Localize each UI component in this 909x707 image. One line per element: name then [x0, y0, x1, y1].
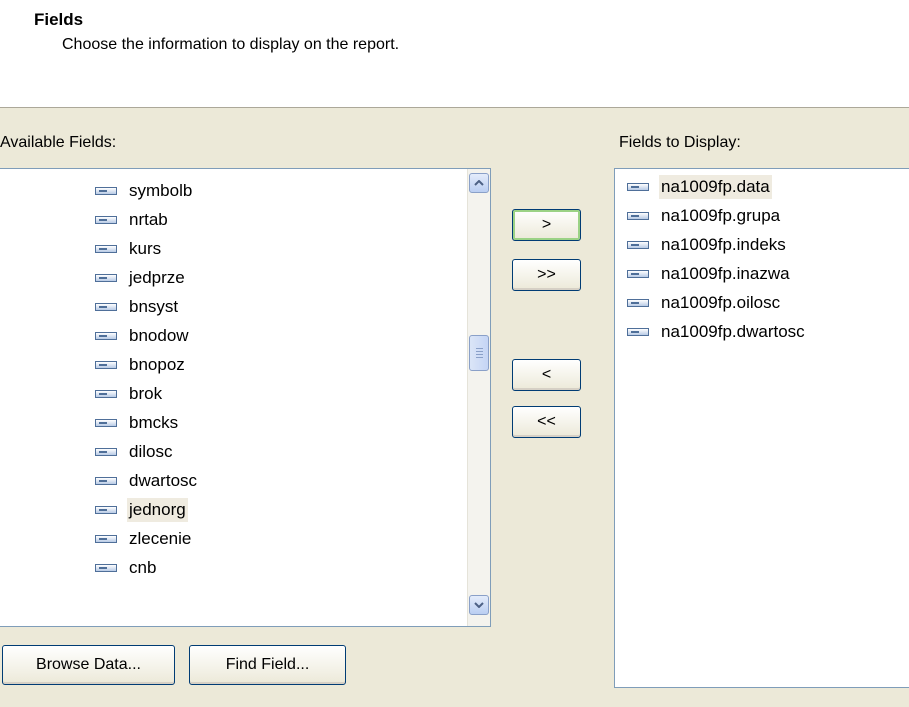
- list-item-label: na1009fp.dwartosc: [661, 322, 805, 341]
- list-item-label: nrtab: [129, 210, 168, 229]
- list-item-label: jedprze: [129, 268, 185, 287]
- fields-to-display-list[interactable]: na1009fp.data na1009fp.grupa na1009fp.in…: [614, 168, 909, 688]
- field-icon: [95, 535, 117, 543]
- field-icon: [95, 361, 117, 369]
- list-item-label: jednorg: [127, 498, 188, 522]
- scroll-up-button[interactable]: [469, 173, 489, 193]
- field-icon: [627, 241, 649, 249]
- field-icon: [627, 212, 649, 220]
- field-icon: [95, 216, 117, 224]
- grip-line: [476, 354, 483, 355]
- vertical-scrollbar[interactable]: [467, 169, 490, 626]
- field-icon: [95, 245, 117, 253]
- grip-line: [476, 351, 483, 352]
- field-icon: [627, 183, 649, 191]
- list-item-label: bnodow: [129, 326, 189, 345]
- remove-field-button[interactable]: <: [512, 359, 581, 391]
- wizard-header: Fields Choose the information to display…: [0, 0, 909, 108]
- available-fields-list[interactable]: symbolb nrtab kurs jedprze bnsyst bnodow…: [0, 168, 491, 627]
- field-icon: [95, 448, 117, 456]
- field-icon: [95, 419, 117, 427]
- field-icon: [627, 299, 649, 307]
- list-item-label: zlecenie: [129, 529, 192, 548]
- list-item-label: dilosc: [129, 442, 173, 461]
- list-item-label: na1009fp.data: [659, 175, 772, 199]
- add-all-fields-button[interactable]: >>: [512, 259, 581, 291]
- page-title: Fields: [34, 10, 84, 29]
- scroll-thumb[interactable]: [469, 335, 489, 371]
- list-item-label: bmcks: [129, 413, 179, 432]
- list-item-label: brok: [129, 384, 163, 403]
- field-icon: [95, 332, 117, 340]
- list-item-label: symbolb: [129, 181, 193, 200]
- fields-to-display-label: Fields to Display:: [619, 134, 741, 151]
- add-field-button[interactable]: >: [512, 209, 581, 241]
- list-item-label: cnb: [129, 558, 157, 577]
- field-icon: [95, 390, 117, 398]
- list-item-label: dwartosc: [129, 471, 198, 490]
- list-item-label: na1009fp.grupa: [661, 206, 781, 225]
- browse-data-button[interactable]: Browse Data...: [2, 645, 175, 685]
- list-item-label: na1009fp.indeks: [661, 235, 786, 254]
- chevron-up-icon: [474, 180, 484, 186]
- field-icon: [627, 270, 649, 278]
- field-icon: [95, 506, 117, 514]
- list-item-label: na1009fp.inazwa: [661, 264, 790, 283]
- field-icon: [627, 328, 649, 336]
- scroll-down-button[interactable]: [469, 595, 489, 615]
- field-icon: [95, 564, 117, 572]
- list-item-label: bnsyst: [129, 297, 179, 316]
- list-item-label: kurs: [129, 239, 162, 258]
- grip-line: [476, 348, 483, 349]
- chevron-down-icon: [474, 602, 484, 608]
- list-item-label: bnopoz: [129, 355, 185, 374]
- find-field-button[interactable]: Find Field...: [189, 645, 346, 685]
- field-icon: [95, 477, 117, 485]
- list-item-label: na1009fp.oilosc: [661, 293, 781, 312]
- remove-all-fields-button[interactable]: <<: [512, 406, 581, 438]
- field-icon: [95, 187, 117, 195]
- page-subtitle: Choose the information to display on the…: [62, 36, 400, 53]
- field-icon: [95, 303, 117, 311]
- available-fields-label: Available Fields:: [0, 134, 117, 151]
- field-icon: [95, 274, 117, 282]
- grip-line: [476, 357, 483, 358]
